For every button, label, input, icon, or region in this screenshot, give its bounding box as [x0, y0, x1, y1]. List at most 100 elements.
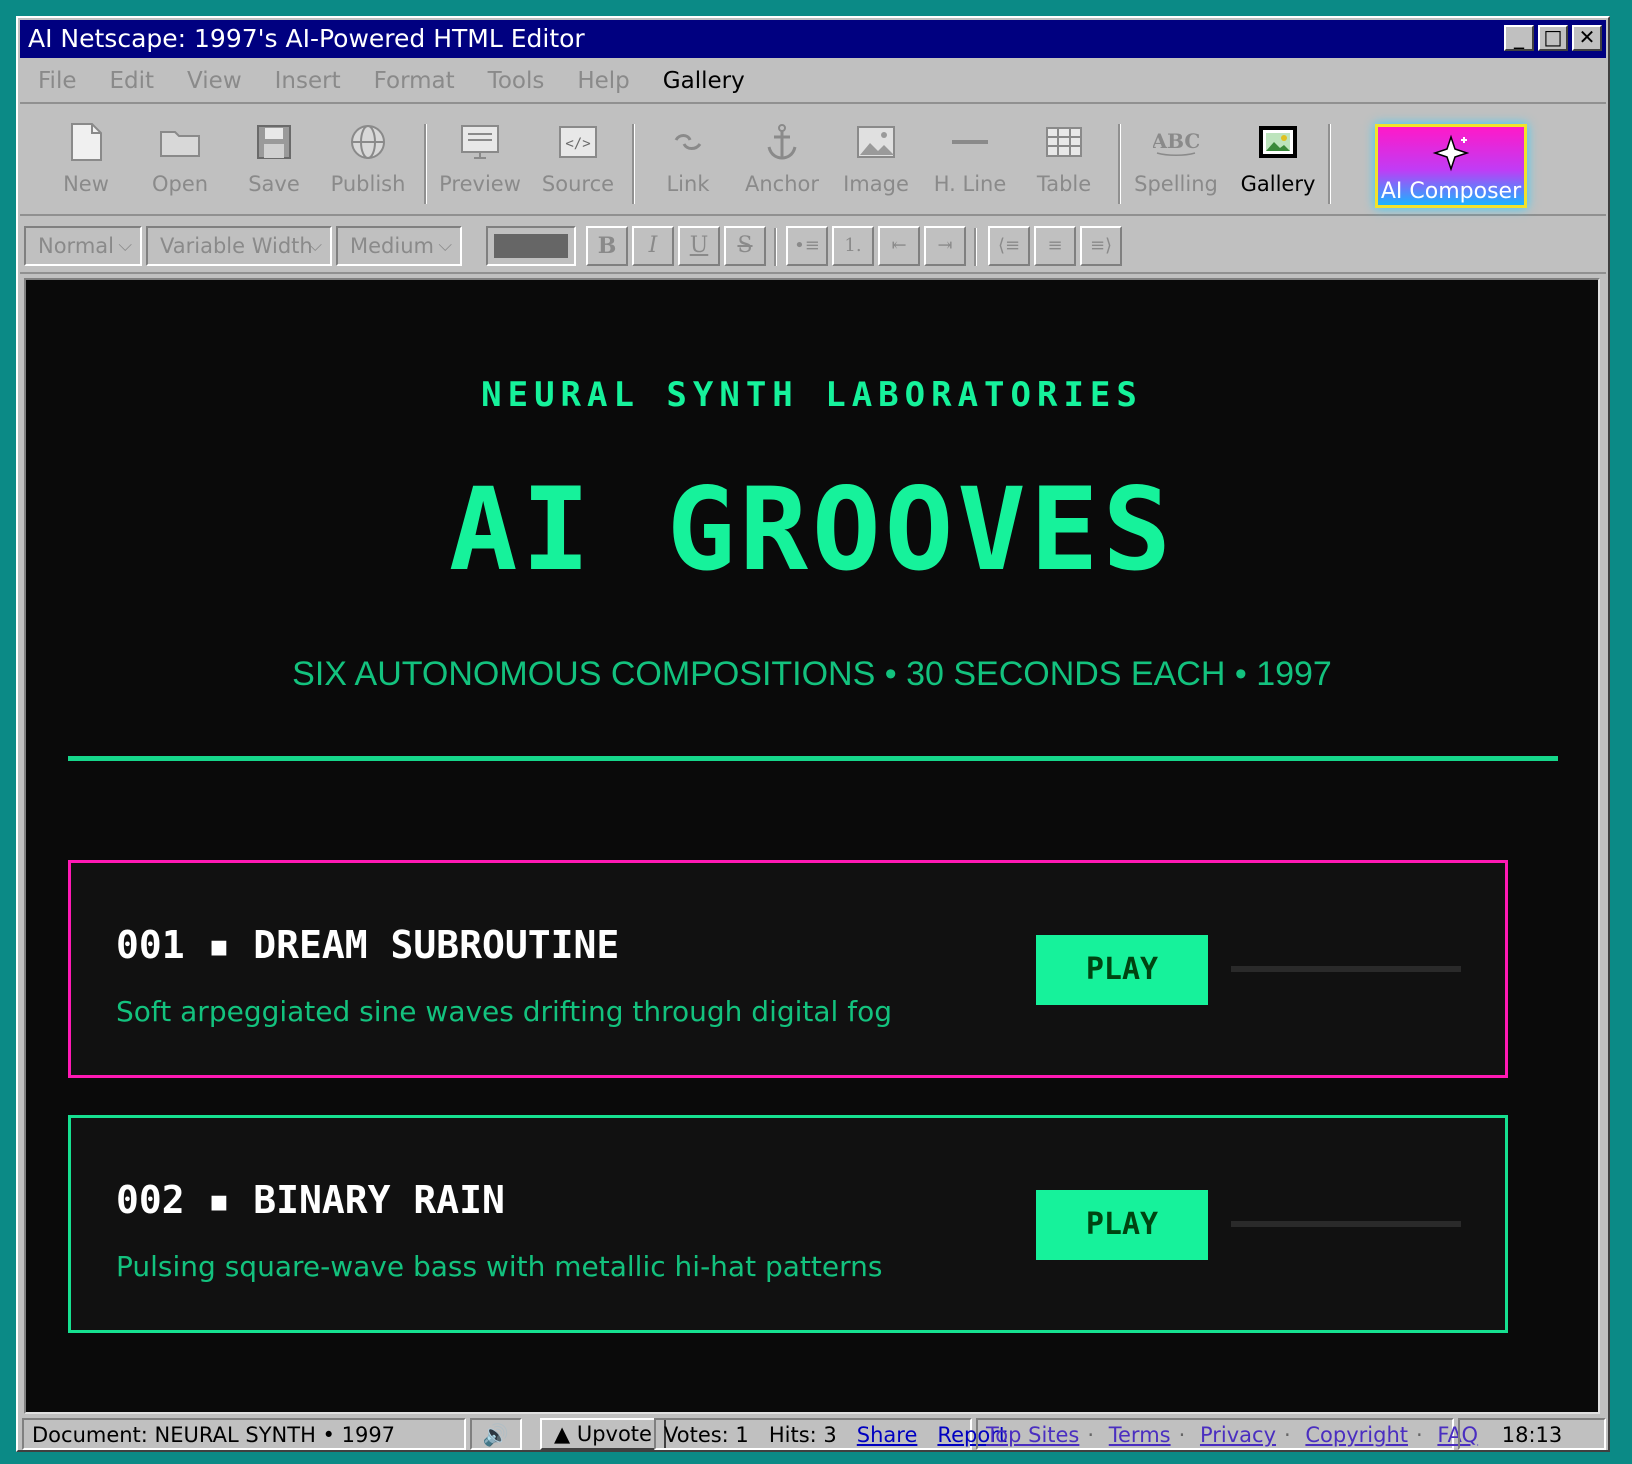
save-label: Save [248, 172, 300, 196]
footer-links: Top Sites · Terms · Privacy · Copyright · FA… [976, 1418, 1478, 1450]
chain-link-icon [640, 118, 736, 166]
source-button[interactable]: </> Source [530, 118, 626, 196]
menu-edit[interactable]: Edit [110, 68, 155, 94]
align-center-button[interactable]: ≡ [1034, 226, 1076, 266]
publish-button[interactable]: Publish [320, 118, 416, 196]
indent-button[interactable]: ⇥ [924, 226, 966, 266]
bulleted-list-button[interactable]: •≡ [786, 226, 828, 266]
document-status: Document: NEURAL SYNTH • 1997 [22, 1418, 466, 1450]
chevron-down-icon: ⌵ [438, 235, 452, 256]
editor-canvas[interactable]: NEURAL SYNTH LABORATORIES AI GROOVES SIX… [24, 278, 1600, 1414]
play-button[interactable]: PLAY [1036, 1190, 1208, 1260]
floppy-disk-icon [226, 118, 322, 166]
page-subtitle: SIX AUTONOMOUS COMPOSITIONS • 30 SECONDS… [292, 655, 1332, 693]
color-fill [494, 234, 568, 258]
chevron-down-icon: ⌵ [118, 235, 132, 256]
font-size-select[interactable]: Medium ⌵ [336, 226, 462, 266]
font-family-select[interactable]: Variable Width ⌵ [146, 226, 332, 266]
menu-gallery[interactable]: Gallery [663, 68, 745, 94]
ai-composer-label: AI Composer [1380, 179, 1522, 204]
new-label: New [63, 172, 109, 196]
new-button[interactable]: New [38, 118, 134, 196]
gallery-button[interactable]: Gallery [1230, 118, 1326, 196]
paragraph-style-select[interactable]: Normal ⌵ [24, 226, 142, 266]
toolbar-separator [1118, 124, 1121, 204]
anchor-button[interactable]: Anchor [734, 118, 830, 196]
play-button[interactable]: PLAY [1036, 935, 1208, 1005]
speaker-icon[interactable]: 🔊 [470, 1418, 522, 1450]
table-button[interactable]: Table [1016, 118, 1112, 196]
table-label: Table [1036, 172, 1092, 196]
spelling-label: Spelling [1134, 172, 1218, 196]
source-code-icon: </> [530, 118, 626, 166]
track-card: 001 ▪ DREAM SUBROUTINE Soft arpeggiated … [68, 860, 1508, 1078]
svg-text:ABC: ABC [1153, 129, 1199, 153]
privacy-link[interactable]: Privacy [1200, 1423, 1276, 1447]
link-button[interactable]: Link [640, 118, 736, 196]
title-bar: AI Netscape: 1997's AI-Powered HTML Edit… [20, 20, 1606, 58]
align-right-button[interactable]: ≡⟩ [1080, 226, 1122, 266]
table-grid-icon [1016, 118, 1112, 166]
horizontal-line-icon [922, 118, 1018, 166]
progress-bar[interactable] [1231, 966, 1461, 972]
link-label: Link [666, 172, 710, 196]
menu-insert[interactable]: Insert [275, 68, 341, 94]
menu-view[interactable]: View [187, 68, 242, 94]
picture-icon [828, 118, 924, 166]
spelling-button[interactable]: ABC Spelling [1128, 118, 1224, 196]
image-button[interactable]: Image [828, 118, 924, 196]
hline-button[interactable]: H. Line [922, 118, 1018, 196]
menu-file[interactable]: File [38, 68, 77, 94]
save-button[interactable]: Save [226, 118, 322, 196]
align-left-button[interactable]: ⟨≡ [988, 226, 1030, 266]
new-file-icon [38, 118, 134, 166]
chevron-down-icon: ⌵ [308, 235, 322, 256]
clock: 18:13 [1458, 1418, 1606, 1450]
anchor-label: Anchor [744, 172, 819, 196]
anchor-icon [734, 118, 830, 166]
upvote-button[interactable]: ▲ Upvote [540, 1418, 666, 1450]
menu-help[interactable]: Help [577, 68, 629, 94]
share-link[interactable]: Share [857, 1423, 918, 1447]
track-card: 002 ▪ BINARY RAIN Pulsing square-wave ba… [68, 1115, 1508, 1333]
minimize-button[interactable]: _ [1504, 25, 1534, 51]
italic-button[interactable]: I [632, 226, 674, 266]
numbered-list-button[interactable]: 1. [832, 226, 874, 266]
preview-button[interactable]: Preview [432, 118, 528, 196]
gallery-label: Gallery [1240, 172, 1316, 196]
track-description: Pulsing square-wave bass with metallic h… [116, 1250, 883, 1283]
close-button[interactable]: ✕ [1572, 25, 1602, 51]
format-toolbar: Normal ⌵ Variable Width ⌵ Medium ⌵ B I U… [20, 216, 1606, 274]
font-family-value: Variable Width [160, 234, 313, 258]
main-toolbar: New Open Save Publish Preview </> Source… [20, 106, 1606, 216]
copyright-link[interactable]: Copyright [1305, 1423, 1408, 1447]
lab-heading: NEURAL SYNTH LABORATORIES [481, 375, 1143, 415]
menu-bar: File Edit View Insert Format Tools Help … [20, 60, 1606, 104]
votes-count: Votes: 1 [664, 1423, 749, 1447]
progress-bar[interactable] [1231, 1221, 1461, 1227]
maximize-button[interactable]: □ [1538, 25, 1568, 51]
hits-count: Hits: 3 [768, 1423, 837, 1447]
folder-icon [132, 118, 228, 166]
app-window: AI Netscape: 1997's AI-Powered HTML Edit… [16, 16, 1610, 1452]
sparkle-icon [1378, 127, 1524, 179]
terms-link[interactable]: Terms [1109, 1423, 1171, 1447]
track-title: 002 ▪ BINARY RAIN [116, 1178, 505, 1222]
text-color-swatch[interactable] [486, 226, 576, 266]
outdent-button[interactable]: ⇤ [878, 226, 920, 266]
menu-format[interactable]: Format [374, 68, 455, 94]
image-label: Image [843, 172, 909, 196]
preview-label: Preview [439, 172, 521, 196]
top-sites-link[interactable]: Top Sites [986, 1423, 1079, 1447]
format-separator [774, 228, 777, 266]
track-description: Soft arpeggiated sine waves drifting thr… [116, 995, 892, 1028]
format-separator [974, 228, 977, 266]
strikethrough-button[interactable]: S [724, 226, 766, 266]
bold-button[interactable]: B [586, 226, 628, 266]
font-size-value: Medium [350, 234, 434, 258]
ai-composer-button[interactable]: AI Composer [1375, 124, 1527, 208]
source-label: Source [541, 172, 615, 196]
menu-tools[interactable]: Tools [488, 68, 545, 94]
underline-button[interactable]: U [678, 226, 720, 266]
open-button[interactable]: Open [132, 118, 228, 196]
